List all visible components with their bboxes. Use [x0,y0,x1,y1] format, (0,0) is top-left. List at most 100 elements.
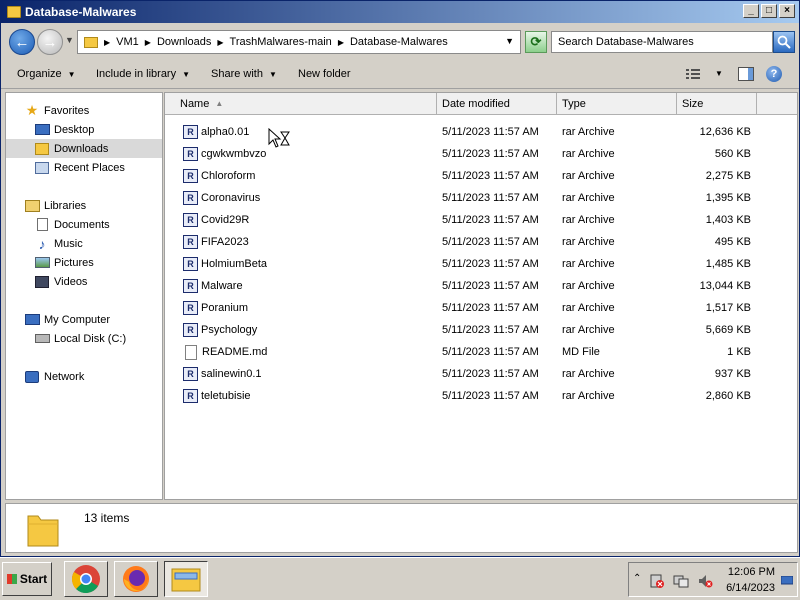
table-row[interactable]: R Coronavirus 5/11/2023 11:57 AM rar Archiv… [165,187,797,209]
file-name-cell[interactable]: Ralpha0.01 [183,121,433,143]
chevron-down-icon[interactable]: ▼ [505,36,514,46]
column-header-size[interactable]: Size [677,93,757,114]
chevron-right-icon[interactable]: ▶ [145,38,151,47]
window-title: Database-Malwares [25,5,137,19]
maximize-button[interactable]: □ [761,4,777,18]
nav-my-computer[interactable]: My Computer [6,310,162,329]
table-row[interactable]: R Covid29R 5/11/2023 11:57 AM rar Archive 1,… [165,209,797,231]
breadcrumb-trashmalwares-main[interactable]: TrashMalwares-main [230,36,332,48]
include-in-library-button[interactable]: Include in library ▼ [96,68,190,80]
chrome-taskbar-button[interactable] [64,561,108,597]
nav-music[interactable]: ♪ Music [6,234,162,253]
nav-network[interactable]: Network [6,367,162,386]
breadcrumb[interactable]: ▶ VM1 ▶ Downloads ▶ TrashMalwares-main ▶… [77,30,521,54]
file-name-cell[interactable]: R Psychology [183,319,433,341]
nav-libraries[interactable]: Libraries [6,196,162,215]
action-center-icon[interactable] [649,573,665,589]
file-name-cell[interactable]: R Covid29R [183,209,433,231]
table-row[interactable]: Rteletubisie 5/11/2023 11:57 AM rar Archiv… [165,385,797,407]
table-row[interactable]: R FIFA2023 5/11/2023 11:57 AM rar Archive 49… [165,231,797,253]
chevron-right-icon[interactable]: ▶ [217,38,223,47]
table-row[interactable]: README.md 5/11/2023 11:57 AM MD File 1 KB [165,341,797,363]
downloads-folder-icon [34,142,50,156]
nav-desktop[interactable]: Desktop [6,120,162,139]
file-name-cell[interactable]: R Poranium [183,297,433,319]
nav-label: Local Disk (C:) [54,332,127,345]
refresh-button[interactable]: ⟳ [525,31,547,53]
nav-label: Desktop [54,123,95,136]
volume-muted-icon[interactable] [697,573,713,589]
navigation-pane: ★ Favorites Desktop Downloads Recent Pla… [5,92,163,500]
table-row[interactable]: Rsalinewin0.1 5/11/2023 11:57 AM rar Archi… [165,363,797,385]
breadcrumb-database-malwares[interactable]: Database-Malwares [350,36,448,48]
breadcrumb-downloads[interactable]: Downloads [157,36,211,48]
rar-icon: R [183,389,198,403]
chevron-right-icon[interactable]: ▶ [104,38,110,47]
share-with-label: Share with [211,68,263,80]
chevron-right-icon[interactable]: ▶ [338,38,344,47]
file-name-cell[interactable]: Rcgwkwmbvzo [183,143,433,165]
show-desktop-icon[interactable] [781,576,793,586]
column-header-name[interactable]: Name ▲ [165,93,437,114]
back-button[interactable]: ← [9,29,35,55]
file-name-cell[interactable]: Rteletubisie [183,385,433,407]
close-button[interactable]: × [779,4,795,18]
help-icon[interactable]: ? [766,66,782,82]
new-folder-label: New folder [298,68,351,80]
preview-pane-icon[interactable] [738,67,754,81]
explorer-icon [171,568,201,592]
table-row[interactable]: R HolmiumBeta 5/11/2023 11:57 AM rar Archiv… [165,253,797,275]
date-modified-cell: 5/11/2023 11:57 AM [442,126,539,138]
recent-pages-dropdown[interactable]: ▼ [65,35,74,45]
title-bar[interactable]: Database-Malwares _ □ × [1,1,799,23]
date-modified-cell: 5/11/2023 11:57 AM [442,280,539,292]
start-button[interactable]: Start [2,562,52,596]
nav-documents[interactable]: Documents [6,215,162,234]
file-name: alpha0.01 [201,126,250,138]
music-icon: ♪ [38,235,46,252]
command-bar: Organize ▼ Include in library ▼ Share with… [1,61,799,89]
breadcrumb-vm1[interactable]: VM1 [116,36,139,48]
share-with-button[interactable]: Share with ▼ [211,68,277,80]
nav-favorites[interactable]: ★ Favorites [6,101,162,120]
table-row[interactable]: Ralpha0.01 5/11/2023 11:57 AM rar Archive 1… [165,121,797,143]
chevron-down-icon[interactable]: ▼ [715,69,723,78]
minimize-button[interactable]: _ [743,4,759,18]
file-name-cell[interactable]: R HolmiumBeta [183,253,433,275]
view-options-icon[interactable] [686,68,700,80]
nav-videos[interactable]: Videos [6,272,162,291]
column-header-type[interactable]: Type [557,93,677,114]
organize-button[interactable]: Organize ▼ [17,68,76,80]
table-row[interactable]: R Psychology 5/11/2023 11:57 AM rar Archive… [165,319,797,341]
table-row[interactable]: R Chloroform 5/11/2023 11:57 AM rar Archive… [165,165,797,187]
table-row[interactable]: Rcgwkwmbvzo 5/11/2023 11:57 AM rar Archive… [165,143,797,165]
explorer-taskbar-button[interactable] [164,561,208,597]
nav-label: Downloads [54,142,109,155]
file-name-cell[interactable]: Rsalinewin0.1 [183,363,433,385]
libraries-icon [24,199,40,213]
table-row[interactable]: R Poranium 5/11/2023 11:57 AM rar Archive 1,… [165,297,797,319]
nav-local-disk[interactable]: Local Disk (C:) [6,329,162,348]
clock-time[interactable]: 12:06 PM [728,566,775,578]
nav-pictures[interactable]: Pictures [6,253,162,272]
search-input[interactable]: Search Database-Malwares [551,31,773,53]
nav-downloads[interactable]: Downloads [6,139,162,158]
file-name-cell[interactable]: R FIFA2023 [183,231,433,253]
date-modified-cell: 5/11/2023 11:57 AM [442,302,539,314]
forward-button[interactable]: → [37,29,63,55]
file-name-cell[interactable]: R Coronavirus [183,187,433,209]
file-name-cell[interactable]: README.md [183,341,433,363]
file-name-cell[interactable]: R Chloroform [183,165,433,187]
nav-recent-places[interactable]: Recent Places [6,158,162,177]
column-header-date-modified[interactable]: Date modified [437,93,557,114]
table-row[interactable]: R Malware 5/11/2023 11:57 AM rar Archive 13,… [165,275,797,297]
firefox-taskbar-button[interactable] [114,561,158,597]
file-name-cell[interactable]: R Malware [183,275,433,297]
search-button[interactable] [773,31,795,53]
date-modified-cell: 5/11/2023 11:57 AM [442,192,539,204]
network-status-icon[interactable] [673,573,689,589]
file-size-cell: 937 KB [714,368,751,380]
show-hidden-icons-icon[interactable]: ⌃ [633,573,641,584]
clock-date[interactable]: 6/14/2023 [726,582,775,594]
new-folder-button[interactable]: New folder [298,68,351,80]
